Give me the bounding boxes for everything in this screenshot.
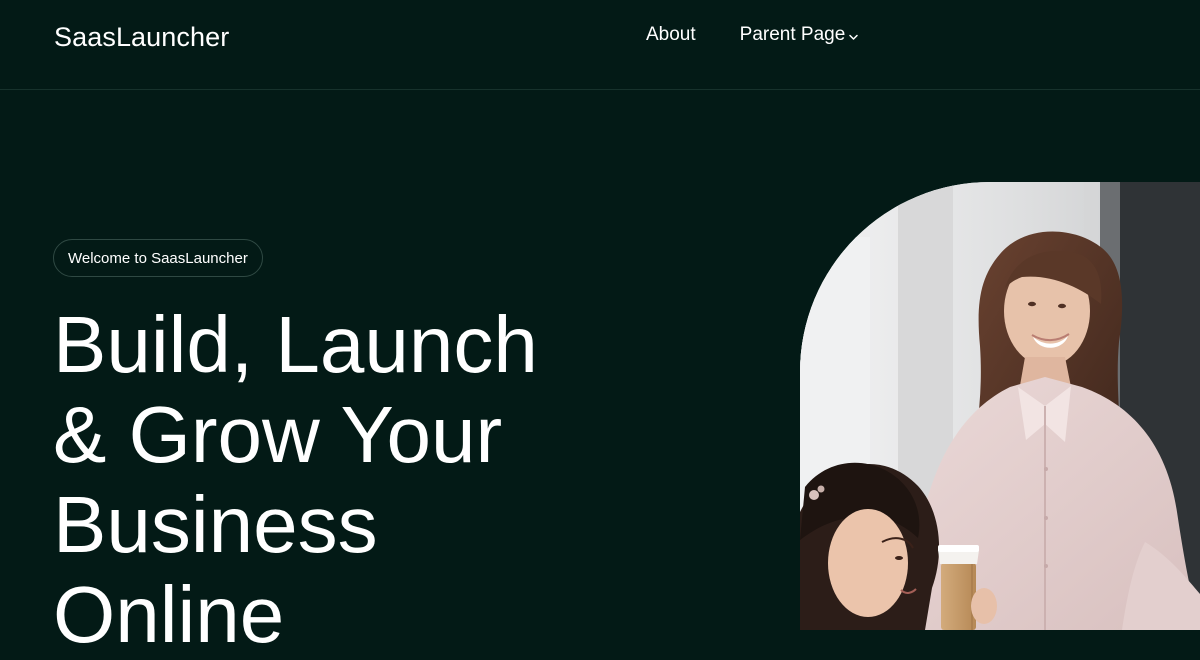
- site-title-link[interactable]: SaasLauncher: [54, 20, 229, 54]
- site-header: SaasLauncher About Parent Page: [0, 0, 1200, 90]
- hero-image: [800, 182, 1200, 630]
- welcome-badge: Welcome to SaasLauncher: [53, 239, 263, 277]
- chevron-down-icon: [848, 33, 859, 41]
- nav-item-about[interactable]: About: [646, 23, 696, 47]
- main-navigation: About Parent Page: [646, 23, 859, 47]
- nav-item-parent-page-label: Parent Page: [739, 24, 846, 45]
- nav-item-parent-page[interactable]: Parent Page: [740, 23, 860, 47]
- nav-item-about-label: About: [646, 24, 696, 45]
- hero-headline: Build, Launch & Grow Your Business Onlin…: [53, 300, 538, 659]
